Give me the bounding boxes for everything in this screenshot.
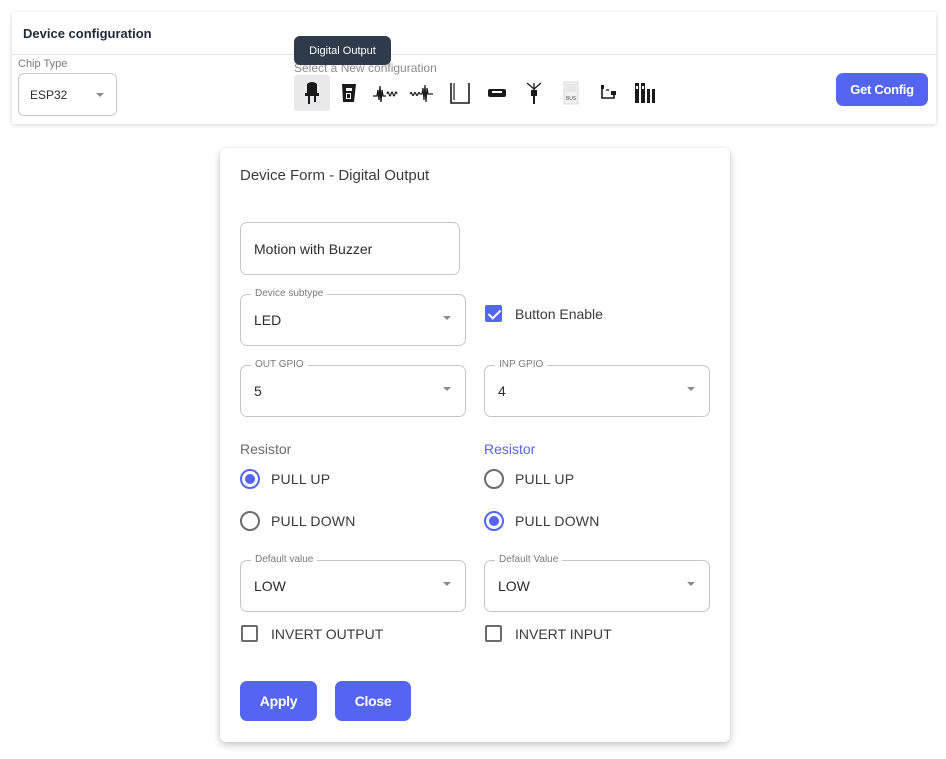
radio-unselected-icon (484, 469, 504, 489)
right-resistor-label: Resistor (484, 441, 536, 457)
antenna-icon[interactable] (516, 75, 552, 111)
right-pull-down-label: PULL DOWN (515, 513, 600, 529)
left-resistor-label: Resistor (240, 441, 292, 457)
device-subtype-select[interactable]: Device subtype LED (240, 288, 466, 346)
checkbox-unchecked-icon (241, 625, 258, 642)
default-value-right-label: Default Value (495, 554, 563, 566)
config-tooltip: Digital Output (294, 36, 391, 65)
default-value-left-label: Default value (251, 554, 318, 566)
left-pull-down-label: PULL DOWN (271, 513, 356, 529)
checkbox-checked-icon (485, 305, 502, 322)
apply-button[interactable]: Apply (240, 681, 317, 721)
chevron-down-icon (687, 582, 695, 586)
chip-type-select[interactable]: ESP32 (18, 73, 117, 116)
panel-title: Device configuration (23, 26, 152, 41)
analog-waveform-icon[interactable] (368, 75, 404, 111)
chevron-down-icon (687, 387, 695, 391)
left-pull-up-radio[interactable]: PULL UP (240, 469, 330, 489)
i2c-connector-icon[interactable] (590, 75, 626, 111)
chevron-down-icon (443, 387, 451, 391)
device-subtype-label: Device subtype (251, 288, 328, 300)
radio-unselected-icon (240, 511, 260, 531)
default-value-left-select[interactable]: Default value LOW (240, 554, 466, 612)
chevron-down-icon (96, 93, 104, 97)
chevron-down-icon (443, 582, 451, 586)
out-gpio-select[interactable]: OUT GPIO 5 (240, 359, 466, 417)
radio-selected-icon (484, 511, 504, 531)
relay-module-icon[interactable] (331, 75, 367, 111)
device-name-value: Motion with Buzzer (254, 241, 373, 257)
invert-input-checkbox[interactable]: INVERT INPUT (485, 625, 612, 642)
checkbox-unchecked-icon (485, 625, 502, 642)
inp-gpio-value: 4 (498, 383, 506, 399)
device-configuration-panel: Device configuration Chip Type ESP32 Sel… (12, 12, 936, 124)
button-enable-label: Button Enable (515, 305, 603, 322)
left-pull-down-radio[interactable]: PULL DOWN (240, 511, 356, 531)
out-gpio-label: OUT GPIO (251, 359, 308, 371)
invert-output-checkbox[interactable]: INVERT OUTPUT (241, 625, 383, 642)
chip-type-label: Chip Type (18, 58, 68, 70)
bracket-sensor-icon[interactable] (442, 75, 478, 111)
chip-type-value: ESP32 (30, 87, 68, 102)
device-subtype-value: LED (254, 312, 282, 328)
inp-gpio-select[interactable]: INP GPIO 4 (484, 359, 710, 417)
pwm-waveform-icon[interactable] (405, 75, 441, 111)
right-pull-up-radio[interactable]: PULL UP (484, 469, 574, 489)
form-title: Device Form - Digital Output (240, 167, 430, 184)
display-module-icon[interactable] (479, 75, 515, 111)
right-pull-up-label: PULL UP (515, 471, 575, 487)
get-config-button[interactable]: Get Config (836, 73, 928, 106)
led-digital-output-icon[interactable] (294, 75, 330, 111)
button-enable-checkbox[interactable]: Button Enable (485, 305, 603, 322)
inp-gpio-label: INP GPIO (495, 359, 548, 371)
out-gpio-value: 5 (254, 383, 262, 399)
invert-output-label: INVERT OUTPUT (271, 625, 384, 642)
default-value-right-select[interactable]: Default Value LOW (484, 554, 710, 612)
svg-text:BUS: BUS (566, 96, 577, 102)
device-name-input[interactable]: Motion with Buzzer (240, 222, 460, 275)
close-button[interactable]: Close (335, 681, 411, 721)
radio-selected-icon (240, 469, 260, 489)
invert-input-label: INVERT INPUT (515, 625, 612, 642)
config-icon-row: BUS (294, 75, 664, 111)
multi-pin-connector-icon[interactable] (627, 75, 663, 111)
bus-module-icon[interactable]: BUS (553, 75, 589, 111)
left-pull-up-label: PULL UP (271, 471, 331, 487)
default-value-left-value: LOW (254, 578, 286, 594)
default-value-right-value: LOW (498, 578, 530, 594)
device-form-card: Device Form - Digital Output Motion with… (220, 148, 730, 742)
panel-divider (12, 54, 936, 55)
right-pull-down-radio[interactable]: PULL DOWN (484, 511, 600, 531)
chevron-down-icon (443, 316, 451, 320)
